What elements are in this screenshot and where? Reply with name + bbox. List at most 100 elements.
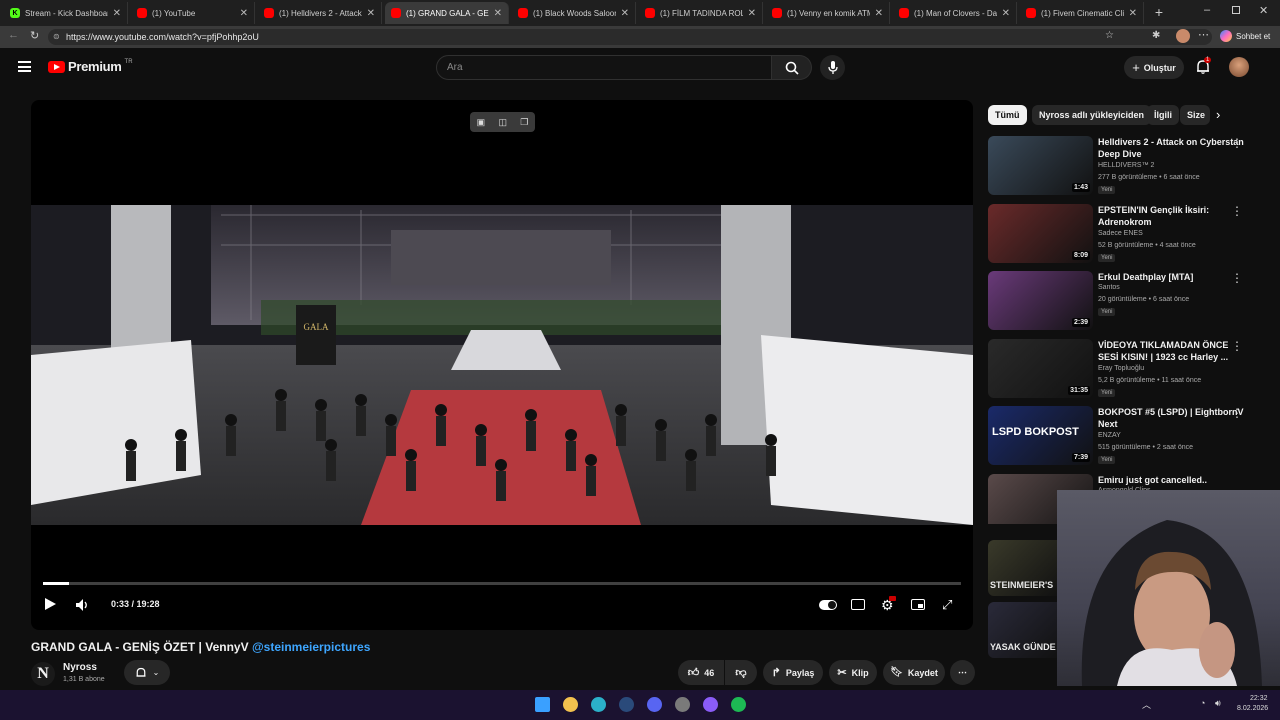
recommended-title[interactable]: EPSTEIN'IN Gençlik İksiri: Adrenokrom xyxy=(1098,204,1248,228)
copy-icon[interactable]: ❐ xyxy=(520,117,528,128)
dislike-button[interactable]: 👎︎ xyxy=(725,660,757,685)
bookmark-star-icon[interactable]: ☆ xyxy=(1105,30,1114,41)
create-button[interactable]: + Oluştur xyxy=(1124,56,1184,79)
autoplay-toggle[interactable] xyxy=(819,600,837,610)
subtitles-icon[interactable] xyxy=(851,599,865,610)
browser-tab[interactable]: (1) Venny en komik ATM ka ✕ xyxy=(766,2,890,24)
more-vertical-icon[interactable]: ⋮ xyxy=(1231,271,1243,285)
file-explorer-icon[interactable] xyxy=(563,697,578,712)
progress-track[interactable] xyxy=(43,582,961,585)
recommended-title[interactable]: Helldivers 2 - Attack on Cyberstan Deep … xyxy=(1098,136,1248,160)
search-button[interactable] xyxy=(772,55,812,80)
extensions-icon[interactable]: ✱ xyxy=(1152,30,1160,41)
back-icon[interactable]: ← xyxy=(8,29,19,41)
new-tab-button[interactable]: + xyxy=(1152,5,1166,19)
recommended-channel[interactable]: Santos xyxy=(1098,284,1120,291)
obs-icon[interactable] xyxy=(703,697,718,712)
filter-chip[interactable]: Nyross adlı yükleyiciden xyxy=(1032,105,1152,125)
video-thumbnail[interactable]: 2:39 xyxy=(988,271,1093,330)
close-tab-icon[interactable]: ✕ xyxy=(1129,8,1137,19)
recommended-video[interactable]: 8:09 EPSTEIN'IN Gençlik İksiri: Adrenokro… xyxy=(988,203,1268,264)
browser-tab[interactable]: (1) YouTube ✕ xyxy=(131,2,255,24)
more-vertical-icon[interactable]: ⋮ xyxy=(1231,406,1243,420)
volume-icon[interactable] xyxy=(75,598,89,612)
menu-dots-icon[interactable]: ⋯ xyxy=(1198,28,1209,41)
browser-tab[interactable]: (1) Fivem Cinematic Clip - C ✕ xyxy=(1020,2,1144,24)
close-tab-icon[interactable]: ✕ xyxy=(113,8,121,19)
steam-icon[interactable] xyxy=(619,697,634,712)
windows-start-icon[interactable] xyxy=(535,697,550,712)
save-button[interactable]: 🔖︎ Kaydet xyxy=(883,660,945,685)
more-vertical-icon[interactable]: ⋮ xyxy=(1231,136,1243,150)
url-field[interactable]: ⊜ https://www.youtube.com/watch?v=pfjPoh… xyxy=(48,29,1212,45)
reload-icon[interactable]: ↻ xyxy=(30,29,39,42)
close-tab-icon[interactable]: ✕ xyxy=(875,8,883,19)
fullscreen-icon[interactable]: ⤢ xyxy=(942,597,952,613)
close-tab-icon[interactable]: ✕ xyxy=(367,8,375,19)
video-thumbnail[interactable]: YASAK GÜNDE xyxy=(988,602,1058,658)
search-input[interactable]: Ara xyxy=(436,55,772,80)
recommended-title[interactable]: Erkul Deathplay [MTA] xyxy=(1098,271,1248,283)
chat-button[interactable]: Sohbet et xyxy=(1220,30,1270,42)
filter-chip[interactable]: İlgili xyxy=(1147,105,1179,125)
game-icon[interactable] xyxy=(675,697,690,712)
recommended-video[interactable]: 1:43 Helldivers 2 - Attack on Cyberstan D… xyxy=(988,136,1268,196)
edge-browser-icon[interactable] xyxy=(591,697,606,712)
clip-button[interactable]: ✂ Klip xyxy=(829,660,877,685)
settings-gear-icon[interactable]: ⚙ xyxy=(881,596,896,614)
close-tab-icon[interactable]: ✕ xyxy=(240,8,248,19)
recommended-channel[interactable]: Eray Topluoğlu xyxy=(1098,365,1144,372)
like-button[interactable]: 👍︎ 46 xyxy=(678,660,724,685)
browser-tab[interactable]: (1) GRAND GALA - GENİŞ Ö ✕ xyxy=(385,2,509,24)
voice-search-button[interactable] xyxy=(820,55,845,80)
recommended-video[interactable]: 2:39 Erkul Deathplay [MTA] Santos 20 görünt… xyxy=(988,271,1268,331)
profile-avatar[interactable] xyxy=(1176,29,1190,43)
tray-chevron-icon[interactable]: ︿ xyxy=(1142,698,1151,711)
filter-chip[interactable]: Tümü xyxy=(988,105,1027,125)
close-tab-icon[interactable]: ✕ xyxy=(621,8,629,19)
browser-tab[interactable]: (1) Black Woods Saloon - F ✕ xyxy=(512,2,636,24)
more-actions-button[interactable]: ⋯ xyxy=(950,660,975,685)
play-button[interactable] xyxy=(45,598,56,610)
discord-icon[interactable] xyxy=(647,697,662,712)
miniplayer-icon[interactable] xyxy=(911,599,925,610)
spotify-icon[interactable] xyxy=(731,697,746,712)
minimize-button[interactable]: – xyxy=(1204,4,1216,18)
recommended-channel[interactable]: HELLDIVERS™ 2 xyxy=(1098,162,1154,169)
video-thumbnail[interactable]: 31:35 xyxy=(988,338,1093,398)
browser-tab[interactable]: (1) Man of Clovers - Dawn ✕ xyxy=(893,2,1017,24)
video-thumbnail[interactable]: 1:43 xyxy=(988,136,1093,195)
account-avatar[interactable] xyxy=(1229,57,1249,77)
filter-chip[interactable]: Size xyxy=(1180,105,1210,125)
screenshot-icon[interactable]: ▣ xyxy=(477,117,486,128)
recommended-channel[interactable]: Sadece ENES xyxy=(1098,230,1143,237)
close-tab-icon[interactable]: ✕ xyxy=(1002,8,1010,19)
notifications-button[interactable]: 1 xyxy=(1195,57,1213,77)
recommended-title[interactable]: BOKPOST #5 (LSPD) | EightbornV Next xyxy=(1098,406,1248,430)
maximize-button[interactable] xyxy=(1232,6,1240,14)
browser-tab[interactable]: (1) Helldivers 2 - Attack on ✕ xyxy=(258,2,382,24)
speaker-icon[interactable]: 🔊︎ xyxy=(1215,698,1221,709)
close-window-button[interactable]: ✕ xyxy=(1259,4,1271,18)
channel-avatar[interactable]: N xyxy=(31,662,55,686)
video-player[interactable]: ▣ ◫ ❐ GALA 0:33 / 19:28 ⚙ ⤢ xyxy=(31,100,973,630)
close-tab-icon[interactable]: ✕ xyxy=(748,8,756,19)
youtube-logo[interactable]: Premium TR xyxy=(48,59,133,74)
recommended-title[interactable]: VİDEOYA TIKLAMADAN ÖNCE SESİ KISIN! | 19… xyxy=(1098,339,1248,363)
video-thumbnail[interactable]: 8:09 xyxy=(988,203,1093,263)
recommended-channel[interactable]: ENZAY xyxy=(1098,432,1121,439)
more-vertical-icon[interactable]: ⋮ xyxy=(1231,204,1243,218)
share-button[interactable]: ↱ Paylaş xyxy=(763,660,823,685)
video-thumbnail[interactable]: STEINMEIER'S xyxy=(988,540,1058,596)
channel-name[interactable]: Nyross xyxy=(63,662,97,673)
chips-next-button[interactable]: › xyxy=(1216,107,1220,122)
channel-tag-link[interactable]: @steinmeierpictures xyxy=(252,640,370,654)
subscribed-button[interactable]: ⌄ xyxy=(124,660,170,685)
wifi-icon[interactable]: ◔ xyxy=(1200,698,1205,708)
picture-in-picture-icon[interactable]: ◫ xyxy=(498,117,507,128)
recommended-video[interactable]: LSPD BOKPOST 7:39 BOKPOST #5 (LSPD) | Eigh… xyxy=(988,406,1268,466)
recommended-title[interactable]: Emiru just got cancelled.. xyxy=(1098,474,1248,486)
site-info-icon[interactable]: ⊜ xyxy=(53,29,60,45)
hamburger-menu-icon[interactable] xyxy=(18,61,31,72)
more-vertical-icon[interactable]: ⋮ xyxy=(1231,339,1243,353)
